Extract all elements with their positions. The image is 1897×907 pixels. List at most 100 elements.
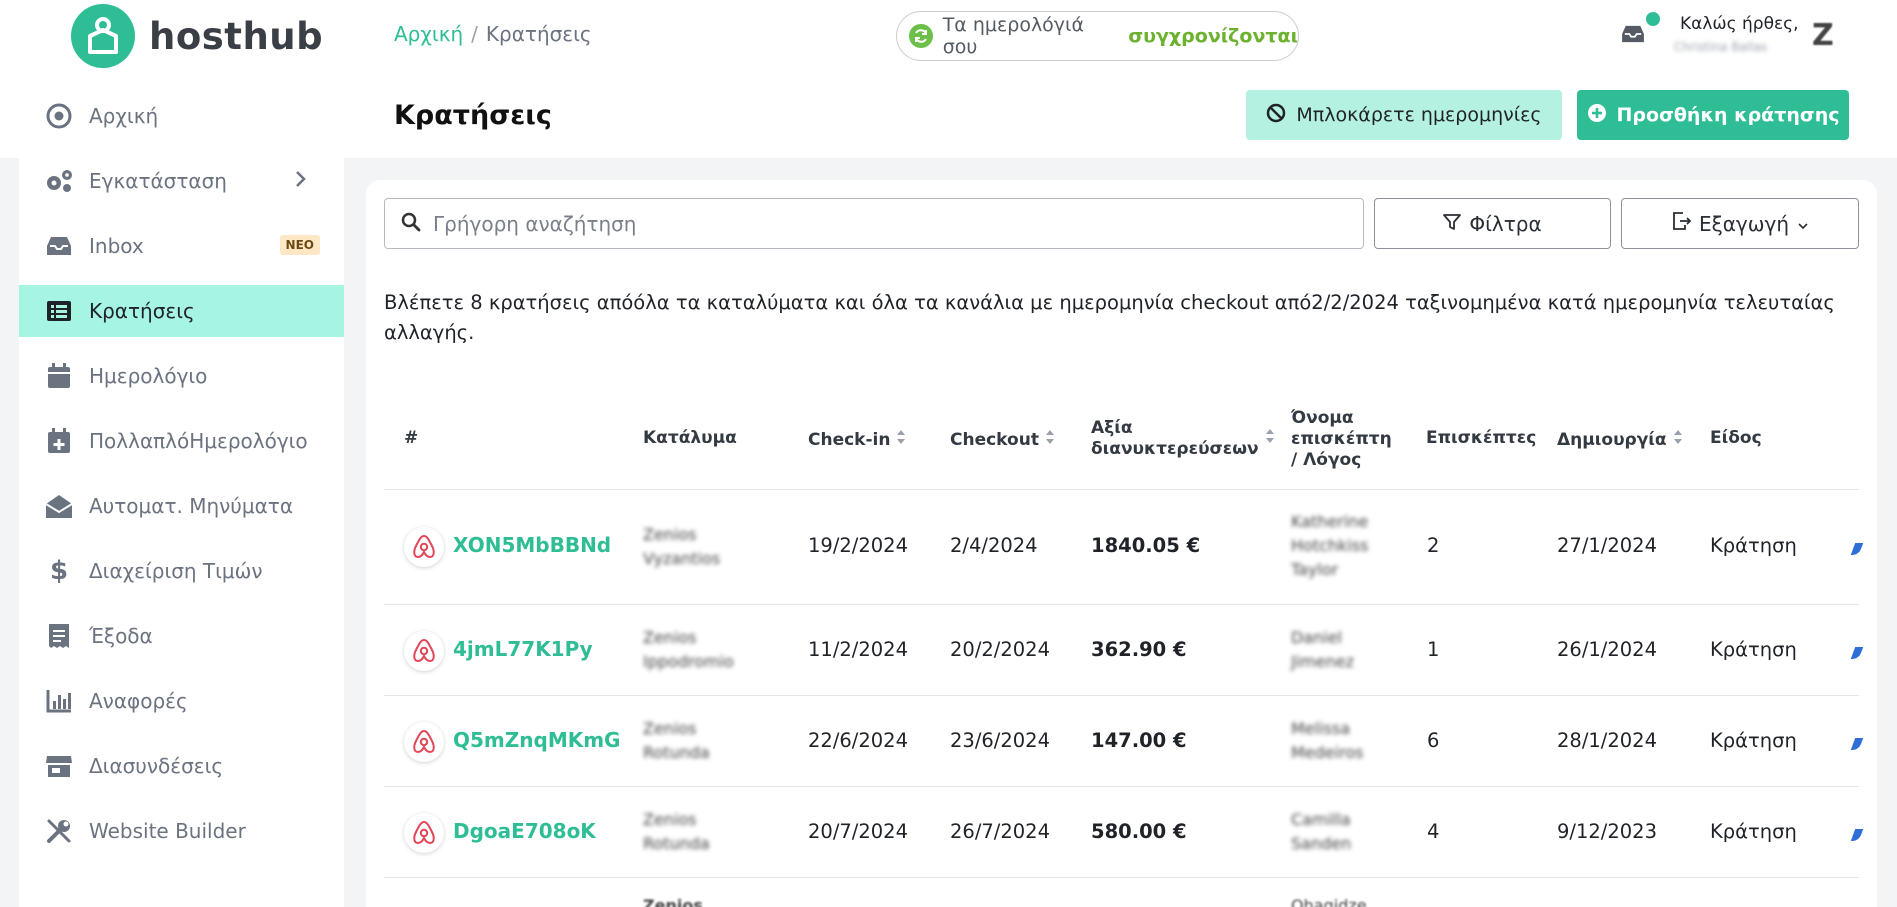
sidebar-item-label: Ημερολόγιο: [89, 364, 208, 388]
sidebar-item-reports[interactable]: Αναφορές: [19, 675, 344, 727]
sidebar-item-website-builder[interactable]: Website Builder: [19, 805, 344, 857]
search-box[interactable]: [384, 198, 1364, 249]
export-button[interactable]: Εξαγωγή: [1621, 198, 1859, 249]
property-name: Zenios Ippodromio: [643, 628, 734, 671]
filters-button[interactable]: Φίλτρα: [1374, 198, 1611, 249]
guest-count: 6: [1427, 729, 1440, 752]
sidebar-item-label: Εγκατάσταση: [89, 169, 227, 193]
list-icon: [44, 296, 74, 326]
filters-label: Φίλτρα: [1469, 211, 1542, 236]
sidebar-item-calendar[interactable]: Ημερολόγιο: [19, 350, 344, 402]
checkin-date: 22/6/2024: [808, 729, 908, 752]
user-name: Christina Ballas: [1674, 40, 1768, 54]
chevron-right-icon: [294, 168, 308, 195]
property-name: Zenios Rotunda: [643, 719, 710, 762]
tools-icon: [44, 816, 74, 846]
sidebar-item-label: Αυτοματ. Μηνύματα: [89, 494, 294, 518]
user-menu[interactable]: Καλώς ήρθες, Christina Ballas Z: [1620, 12, 1840, 62]
table-divider: [384, 877, 1859, 878]
created-date: 26/1/2024: [1557, 638, 1657, 661]
property-name: Zenios Rotunda: [643, 810, 710, 853]
booking-code-link[interactable]: XON5MbBBNd: [453, 533, 611, 557]
sidebar-item-label: Αρχική: [89, 104, 159, 128]
booking-type: Κράτηση: [1710, 820, 1797, 843]
checkout-date: 20/2/2024: [950, 638, 1050, 661]
booking-code-link[interactable]: 4jmL77K1Py: [453, 637, 593, 661]
booking-code-link[interactable]: Q5mZnqMKmG: [453, 728, 620, 752]
sidebar-item-label: ΠολλαπλόΗμερολόγιο: [89, 429, 308, 453]
sidebar-item-inbox[interactable]: Inbox ΝΕΟ: [19, 220, 344, 272]
column-header-value[interactable]: Αξία διανυκτερεύσεων: [1091, 418, 1276, 460]
calendar-icon: [44, 361, 74, 391]
booking-type: Κράτηση: [1710, 729, 1797, 752]
table-divider: [384, 604, 1859, 605]
column-header-type: Είδος: [1710, 428, 1762, 448]
sidebar-nav: Αρχική Εγκατάσταση Inbox ΝΕΟ Κρατήσεις Η…: [19, 90, 344, 870]
sidebar-item-pricing[interactable]: $ Διαχείριση Τιμών: [19, 545, 344, 597]
sidebar-item-bookings[interactable]: Κρατήσεις: [19, 285, 344, 337]
search-input[interactable]: [433, 211, 1333, 236]
sort-icon: [1044, 428, 1056, 452]
inbox-icon: [44, 231, 74, 261]
airbnb-icon: [404, 813, 444, 853]
sidebar-item-expenses[interactable]: Έξοδα: [19, 610, 344, 662]
export-label: Εξαγωγή: [1698, 211, 1790, 236]
breadcrumb-separator: /: [471, 22, 478, 46]
store-icon: [44, 751, 74, 781]
block-dates-button[interactable]: Μπλοκάρετε ημερομηνίες: [1246, 90, 1562, 140]
sync-text: Τα ημερολόγιά σου: [942, 14, 1085, 58]
guest-name: Ohagidze: [1291, 896, 1367, 907]
chevron-down-icon: [1797, 212, 1809, 236]
ban-icon: [1266, 103, 1286, 128]
calendar-sync-status[interactable]: Τα ημερολόγιά σου συγχρονίζονται: [896, 11, 1299, 61]
sidebar-item-label: Διαχείριση Τιμών: [89, 559, 263, 583]
logo-text: hosthub: [149, 14, 324, 58]
target-icon: [44, 101, 74, 131]
column-header-created[interactable]: Δημιουργία: [1557, 428, 1684, 452]
checkout-date: 2/4/2024: [950, 534, 1038, 557]
add-booking-button[interactable]: Προσθήκη κράτησης: [1577, 90, 1849, 140]
checkout-date: 26/7/2024: [950, 820, 1050, 843]
filter-icon: [1443, 212, 1462, 236]
airbnb-icon: [404, 631, 444, 671]
notifications-inbox-icon[interactable]: [1620, 24, 1646, 48]
sidebar-item-auto-messages[interactable]: Αυτοματ. Μηνύματα: [19, 480, 344, 532]
notification-dot: [1646, 12, 1660, 26]
column-header-checkout[interactable]: Checkout: [950, 428, 1056, 452]
sidebar-item-multicalendar[interactable]: ΠολλαπλόΗμερολόγιο: [19, 415, 344, 467]
stay-value: 580.00 €: [1091, 820, 1187, 843]
sidebar-item-label: Αναφορές: [89, 689, 188, 713]
created-date: 28/1/2024: [1557, 729, 1657, 752]
sort-icon: [1264, 427, 1276, 451]
breadcrumb-current: Κρατήσεις: [485, 22, 592, 46]
envelope-open-icon: [44, 491, 74, 521]
new-badge: ΝΕΟ: [279, 235, 320, 255]
file-export-icon: [1671, 211, 1692, 236]
results-summary: Βλέπετε 8 κρατήσεις απόόλα τα καταλύματα…: [384, 291, 1835, 344]
sidebar-item-integrations[interactable]: Διασυνδέσεις: [19, 740, 344, 792]
block-dates-label: Μπλοκάρετε ημερομηνίες: [1296, 104, 1542, 126]
table-divider: [384, 786, 1859, 787]
property-name: Zenios: [643, 896, 703, 907]
column-header-number: #: [404, 428, 419, 448]
sidebar-item-label: Inbox: [89, 234, 144, 258]
airbnb-icon: [404, 527, 444, 567]
sidebar-item-home[interactable]: Αρχική: [19, 90, 344, 142]
receipt-icon: [44, 621, 74, 651]
breadcrumb-home-link[interactable]: Αρχική: [394, 22, 463, 46]
stay-value: 147.00 €: [1091, 729, 1187, 752]
sidebar-item-setup[interactable]: Εγκατάσταση: [19, 155, 344, 207]
booking-type: Κράτηση: [1710, 638, 1797, 661]
booking-code-link[interactable]: DgoaE708oK: [453, 819, 596, 843]
table-divider: [384, 695, 1859, 696]
dollar-icon: $: [49, 556, 69, 586]
table-divider: [384, 489, 1859, 490]
checkin-date: 19/2/2024: [808, 534, 908, 557]
created-date: 27/1/2024: [1557, 534, 1657, 557]
column-header-checkin[interactable]: Check-in: [808, 428, 907, 452]
sidebar-item-label: Έξοδα: [89, 624, 153, 648]
stay-value: 362.90 €: [1091, 638, 1187, 661]
logo[interactable]: hosthub: [71, 3, 323, 69]
guest-name: Daniel Jimenez: [1291, 628, 1354, 671]
created-date: 9/12/2023: [1557, 820, 1657, 843]
